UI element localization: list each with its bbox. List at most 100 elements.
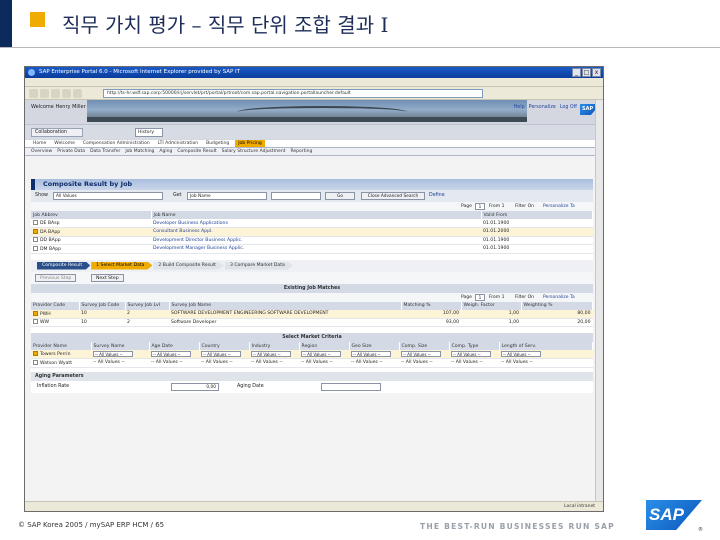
aging-date-input[interactable] [321, 382, 381, 391]
row-checkbox[interactable] [33, 359, 38, 365]
home-icon[interactable] [73, 89, 82, 98]
page-input[interactable]: 1 [475, 293, 485, 301]
table-row[interactable]: DE BAsp Developer Business Applications … [31, 219, 593, 228]
col-survey-job-name[interactable]: Survey Job Name [169, 301, 402, 310]
col-job-abbrev[interactable]: Job Abbrev [31, 211, 152, 219]
page-input[interactable]: 1 [475, 203, 485, 210]
table-row[interactable]: DA BApp Consultant Business Appl. 01.01.… [31, 227, 593, 237]
stop-icon[interactable] [51, 89, 60, 98]
refresh-icon[interactable] [62, 89, 71, 98]
job-name-link[interactable]: Developer Business Applications [151, 219, 481, 228]
row-checkbox[interactable] [33, 220, 38, 225]
col-industry[interactable]: Industry [249, 342, 300, 350]
table-row[interactable]: Towers Perrin -- All Values -- -- All Va… [31, 350, 593, 359]
previous-step-button[interactable]: Previous Step [35, 273, 77, 282]
minimize-button[interactable]: _ [572, 68, 581, 77]
show-select[interactable]: All Values [53, 192, 163, 200]
tab-overview[interactable]: Overview [31, 149, 52, 154]
get-field-select[interactable]: Job Name [187, 192, 267, 200]
col-weigh-factor[interactable]: Weigh. Factor [461, 301, 522, 310]
length-of-service-select[interactable]: -- All Values -- [501, 350, 541, 357]
tab-lti-administration[interactable]: LTI Administration [156, 141, 200, 146]
history-select[interactable]: History [135, 128, 163, 137]
search-input[interactable] [271, 192, 321, 200]
tab-job-matching[interactable]: Job Matching [125, 149, 154, 154]
ie-menubar[interactable] [25, 78, 603, 87]
collaboration-button[interactable]: Collaboration [31, 128, 83, 137]
comp-size-select[interactable]: -- All Values -- [401, 350, 441, 357]
industry-select[interactable]: -- All Values -- [251, 350, 291, 357]
col-provider-name[interactable]: Provider Name [31, 342, 92, 350]
tab-budgeting[interactable]: Budgeting [204, 141, 231, 146]
roadmap-step-compare-market[interactable]: 3 Compare Market Data [224, 261, 293, 270]
row-checkbox[interactable] [33, 319, 38, 325]
next-step-button[interactable]: Next Step [91, 273, 124, 282]
col-comp-size[interactable]: Comp. Size [399, 342, 450, 350]
tab-home[interactable]: Home [31, 141, 48, 146]
row-checkbox[interactable] [33, 351, 38, 356]
row-checkbox[interactable] [33, 245, 38, 251]
age-date-select[interactable]: -- All Values -- [151, 350, 191, 357]
roadmap-step-composite-result[interactable]: Composite Result [37, 261, 91, 270]
table-row[interactable]: WW 10 2 Software Developer 93,00 1,00 20… [31, 318, 593, 327]
row-checkbox[interactable] [33, 237, 38, 243]
col-length-of-service[interactable]: Length of Serv. [499, 342, 593, 350]
tab-compensation-administration[interactable]: Compensation Administration [81, 141, 152, 146]
geo-size-select[interactable]: -- All Values -- [351, 350, 391, 357]
forward-icon[interactable] [40, 89, 49, 98]
col-provider-code[interactable]: Provider Code [31, 301, 80, 310]
region-select[interactable]: -- All Values -- [301, 350, 341, 357]
survey-name-select[interactable]: -- All Values -- [93, 350, 133, 357]
col-job-name[interactable]: Job Name [151, 211, 482, 219]
filter-on-button[interactable]: Filter On [515, 204, 534, 209]
roadmap-step-select-market-data[interactable]: 1 Select Market Data [91, 261, 153, 270]
country-select[interactable]: -- All Values -- [201, 350, 241, 357]
col-survey-job-code[interactable]: Survey Job Code [79, 301, 126, 310]
job-name-link[interactable]: Development Manager Business Applic. [151, 244, 481, 254]
personalize-table-link[interactable]: Personalize Ta [543, 295, 575, 300]
col-age-date[interactable]: Age Date [149, 342, 200, 350]
col-valid-from[interactable]: Valid From [481, 211, 593, 219]
tab-welcome[interactable]: Welcome [52, 141, 77, 146]
tab-reporting[interactable]: Reporting [290, 149, 312, 154]
filter-on-button[interactable]: Filter On [515, 295, 534, 300]
col-matching-pct[interactable]: Matching % [401, 301, 462, 310]
personalize-link[interactable]: Personalize [529, 105, 556, 110]
address-field[interactable]: http://ts-hr.wdf.sap.corp:50000/irj/serv… [103, 89, 483, 98]
col-region[interactable]: Region [299, 342, 350, 350]
job-name-link[interactable]: Consultant Business Appl. [151, 227, 481, 237]
col-country[interactable]: Country [199, 342, 250, 350]
personalize-table-link[interactable]: Personalize Ta [543, 204, 575, 209]
go-button[interactable]: Go [325, 192, 355, 200]
tab-salary-structure-adjustment[interactable]: Salary Structure Adjustment [222, 149, 286, 154]
comp-type-select[interactable]: -- All Values -- [451, 350, 491, 357]
help-link[interactable]: Help [514, 105, 525, 110]
inflation-rate-input[interactable]: 0,00 [171, 382, 219, 391]
close-button[interactable]: x [592, 68, 601, 77]
col-geo-size[interactable]: Geo Size [349, 342, 400, 350]
tab-private-data[interactable]: Private Data [57, 149, 85, 154]
col-survey-job-lvl[interactable]: Survey Job Lvl [125, 301, 170, 310]
logoff-link[interactable]: Log Off [560, 105, 577, 110]
tab-aging[interactable]: Aging [159, 149, 172, 154]
vertical-scrollbar[interactable] [595, 100, 603, 502]
tab-composite-result[interactable]: Composite Result [177, 149, 216, 154]
define-link[interactable]: Define [429, 193, 445, 198]
table-row[interactable]: PWH 10 2 SOFTWARE DEVELOPMENT ENGINEERIN… [31, 309, 593, 319]
table-row[interactable]: Watson Wyatt -- All Values -- -- All Val… [31, 358, 593, 368]
advanced-search-button[interactable]: Close Advanced Search [361, 192, 425, 200]
row-checkbox[interactable] [33, 310, 38, 316]
col-survey-name[interactable]: Survey Name [91, 342, 150, 350]
survey-job-lvl: 2 [125, 309, 169, 319]
maximize-button[interactable]: □ [582, 68, 591, 77]
col-comp-type[interactable]: Comp. Type [449, 342, 500, 350]
table-row[interactable]: DM BApp Development Manager Business App… [31, 244, 593, 254]
row-checkbox[interactable] [33, 228, 38, 234]
col-weighting-pct[interactable]: Weighting % [521, 301, 593, 310]
tab-job-pricing[interactable]: Job Pricing [235, 140, 265, 147]
roadmap-step-build-composite[interactable]: 2 Build Composite Result [153, 261, 224, 270]
table-row[interactable]: DD BApp Development Director Business Ap… [31, 236, 593, 245]
tab-data-transfer[interactable]: Data Transfer [90, 149, 120, 154]
back-icon[interactable] [29, 89, 38, 98]
job-name-link[interactable]: Development Director Business Applic. [151, 236, 481, 245]
